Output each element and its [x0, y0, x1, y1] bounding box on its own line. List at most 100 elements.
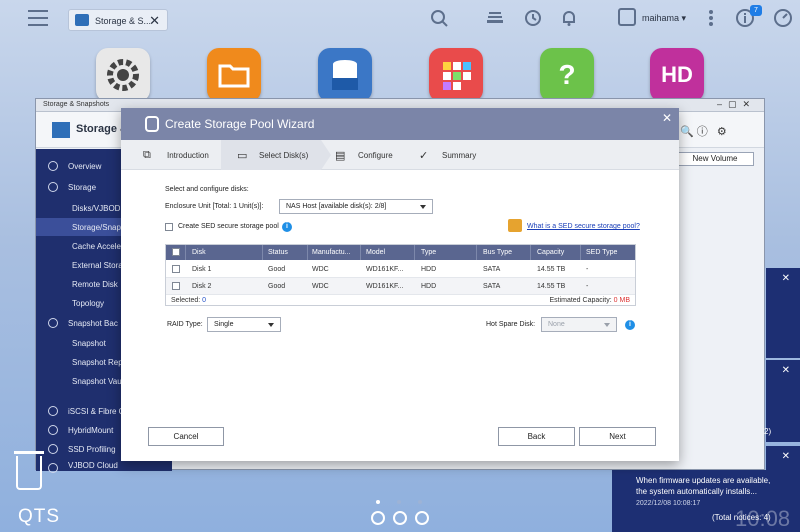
wizard-steps: ⧉ Introduction ▭ Select Disk(s) ▤ Config…: [121, 140, 679, 170]
table-row[interactable]: Disk 1 Good WDC WD161KF... HDD SATA 14.5…: [166, 261, 635, 278]
search-icon[interactable]: [428, 8, 450, 30]
dashboard-icon[interactable]: [772, 8, 794, 30]
username: maihama ▾: [642, 13, 687, 23]
col-bus-type[interactable]: Bus Type: [483, 249, 512, 256]
next-button[interactable]: Next: [579, 427, 656, 446]
notification-message-line2: the system automatically installs...: [636, 487, 757, 496]
disk-icon: ▭: [237, 150, 248, 162]
hot-spare-select[interactable]: None: [541, 317, 617, 332]
close-icon[interactable]: ✕: [662, 111, 672, 125]
chevron-down-icon: [420, 205, 426, 209]
dock-app-icon-2[interactable]: [393, 511, 407, 525]
main-menu-icon[interactable]: [28, 10, 48, 26]
close-icon[interactable]: ✕: [782, 451, 790, 462]
step-introduction: ⧉ Introduction: [143, 149, 209, 161]
toolbar-icons[interactable]: 🔍 ⓘ ⚙: [680, 123, 727, 139]
background-tasks-icon[interactable]: [484, 8, 506, 30]
notification-message-line1: When firmware updates are available,: [636, 476, 771, 485]
notification-timestamp: 2022/12/08 10:08:17: [636, 500, 701, 507]
new-volume-button[interactable]: New Volume: [676, 152, 754, 166]
bell-icon[interactable]: [558, 8, 580, 30]
cloud-icon: [48, 463, 58, 473]
dock-app-icon-3[interactable]: [415, 511, 429, 525]
hot-spare-label: Hot Spare Disk:: [486, 321, 536, 328]
enclosure-select[interactable]: NAS Host [available disk(s): 2/8]: [279, 199, 433, 214]
storage-app-icon: [75, 14, 89, 26]
raid-type-label: RAID Type:: [167, 321, 203, 328]
iscsi-icon: [48, 406, 58, 416]
notification-count-fragment: 2): [764, 427, 772, 436]
back-button[interactable]: Back: [498, 427, 575, 446]
desktop-clock: 10:08: [735, 506, 791, 531]
cancel-button[interactable]: Cancel: [148, 427, 224, 446]
qts-logo: QTS: [18, 506, 61, 527]
app-center-icon[interactable]: [429, 48, 483, 102]
snapshot-icon: [48, 318, 58, 328]
info-icon[interactable]: i: [282, 222, 292, 232]
row-checkbox[interactable]: [172, 282, 180, 290]
sync-icon[interactable]: [522, 8, 544, 30]
sed-checkbox-label: Create SED secure storage pool: [178, 223, 279, 230]
storage-icon: [48, 182, 58, 192]
estimated-capacity: Estimated Capacity: 0 MB: [549, 297, 630, 304]
chevron-down-icon: [604, 323, 610, 327]
window-controls[interactable]: ‒▢✕: [717, 99, 756, 110]
col-capacity[interactable]: Capacity: [537, 249, 564, 256]
chevron-down-icon: [268, 323, 274, 327]
dock-app-icon-1[interactable]: [371, 511, 385, 525]
app-file-station-icon[interactable]: [207, 48, 261, 102]
storage-pool-icon: [145, 116, 159, 132]
col-sed-type[interactable]: SED Type: [586, 249, 617, 256]
trash-icon[interactable]: [14, 451, 44, 490]
more-options-icon[interactable]: [700, 8, 722, 30]
section-label: Select and configure disks:: [165, 186, 249, 193]
col-disk[interactable]: Disk: [192, 249, 206, 256]
step-select-disks: ▭ Select Disk(s): [221, 140, 331, 170]
table-header: Disk Status Manufactu... Model Type Bus …: [166, 245, 635, 260]
hybridmount-icon: [48, 425, 58, 435]
storage-logo-icon: [52, 122, 70, 138]
step-summary: ✓ Summary: [419, 150, 477, 162]
close-icon[interactable]: ✕: [782, 365, 790, 376]
task-tab-storage[interactable]: Storage & S... ✕: [68, 9, 168, 31]
sed-checkbox[interactable]: [165, 223, 173, 231]
disk-table: Disk Status Manufactu... Model Type Bus …: [165, 244, 636, 306]
col-type[interactable]: Type: [421, 249, 436, 256]
col-status[interactable]: Status: [268, 249, 288, 256]
notification-card-3: ✕: [766, 446, 800, 470]
introduction-icon: ⧉: [143, 149, 151, 161]
table-footer: Selected: 0 Estimated Capacity: 0 MB: [166, 295, 635, 306]
ssd-icon: [48, 444, 58, 454]
notification-card-1: ✕: [766, 268, 800, 358]
col-model[interactable]: Model: [366, 249, 385, 256]
row-checkbox[interactable]: [172, 265, 180, 273]
user-avatar-icon: [618, 8, 636, 26]
window-title: Storage & Snapshots: [43, 101, 110, 108]
configure-icon: ▤: [335, 150, 346, 162]
app-settings-icon[interactable]: [96, 48, 150, 102]
wizard-title-bar: Create Storage Pool Wizard ✕: [121, 108, 679, 140]
sed-help-icon: [508, 219, 522, 232]
table-row[interactable]: Disk 2 Good WDC WD161KF... HDD SATA 14.5…: [166, 278, 635, 295]
info-icon[interactable]: i: [625, 320, 635, 330]
app-hd-station-icon[interactable]: HD: [650, 48, 704, 102]
app-storage-snapshots-icon[interactable]: [318, 48, 372, 102]
task-tab-label: Storage & S...: [95, 16, 152, 26]
create-storage-pool-wizard: Create Storage Pool Wizard ✕ ⧉ Introduct…: [121, 108, 679, 461]
select-all-checkbox[interactable]: [172, 248, 180, 256]
enclosure-label: Enclosure Unit [Total: 1 Unit(s)]:: [165, 203, 264, 210]
overview-icon: [48, 161, 58, 171]
notification-count-badge: 7: [750, 5, 762, 16]
sed-help-link[interactable]: What is a SED secure storage pool?: [527, 223, 640, 230]
desktop-page-indicator[interactable]: [376, 497, 439, 506]
wizard-title: Create Storage Pool Wizard: [165, 117, 315, 131]
check-circle-icon: ✓: [419, 150, 429, 162]
col-manufacturer[interactable]: Manufactu...: [312, 249, 351, 256]
close-icon[interactable]: ✕: [149, 13, 160, 29]
selected-count: Selected: 0: [171, 297, 207, 304]
top-taskbar: Storage & S... ✕ maihama ▾ 7: [0, 0, 800, 38]
step-configure: ▤ Configure: [335, 150, 393, 162]
app-help-center-icon[interactable]: ?: [540, 48, 594, 102]
close-icon[interactable]: ✕: [782, 273, 790, 284]
raid-type-select[interactable]: Single: [207, 317, 281, 332]
